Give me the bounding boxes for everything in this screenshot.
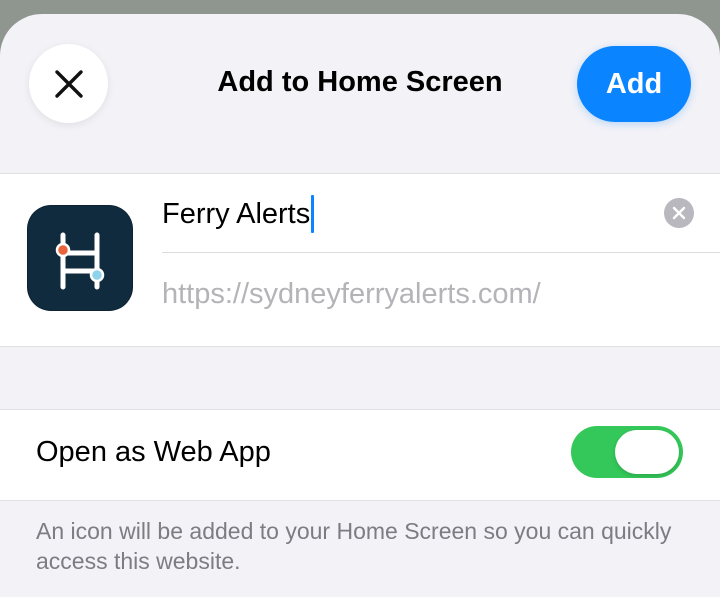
- close-icon: [54, 69, 83, 98]
- name-row: Ferry Alerts: [162, 174, 720, 253]
- open-as-web-app-label: Open as Web App: [36, 436, 271, 468]
- text-caret: [311, 195, 315, 233]
- url-label: https://sydneyferryalerts.com/: [162, 278, 541, 310]
- footer-note: An icon will be added to your Home Scree…: [36, 518, 672, 574]
- clear-text-button[interactable]: [664, 198, 694, 228]
- toggle-knob: [615, 430, 679, 474]
- open-as-web-app-toggle[interactable]: [571, 426, 683, 478]
- bookmark-card: Ferry Alerts https://sydneyferryalerts.c…: [0, 173, 720, 347]
- sheet-title: Add to Home Screen: [217, 66, 503, 98]
- app-icon: [27, 205, 133, 311]
- add-to-home-screen-sheet: Add to Home Screen Add Ferry Alerts http…: [0, 14, 720, 597]
- ferry-alerts-app-icon: [55, 232, 105, 290]
- name-field[interactable]: Ferry Alerts: [162, 194, 315, 234]
- close-button[interactable]: [29, 44, 108, 123]
- sheet-header: Add to Home Screen Add: [0, 14, 720, 154]
- web-app-option-row: Open as Web App: [0, 409, 720, 501]
- clear-text-icon: [672, 206, 686, 220]
- add-button[interactable]: Add: [577, 46, 691, 122]
- name-field-value: Ferry Alerts: [162, 198, 311, 230]
